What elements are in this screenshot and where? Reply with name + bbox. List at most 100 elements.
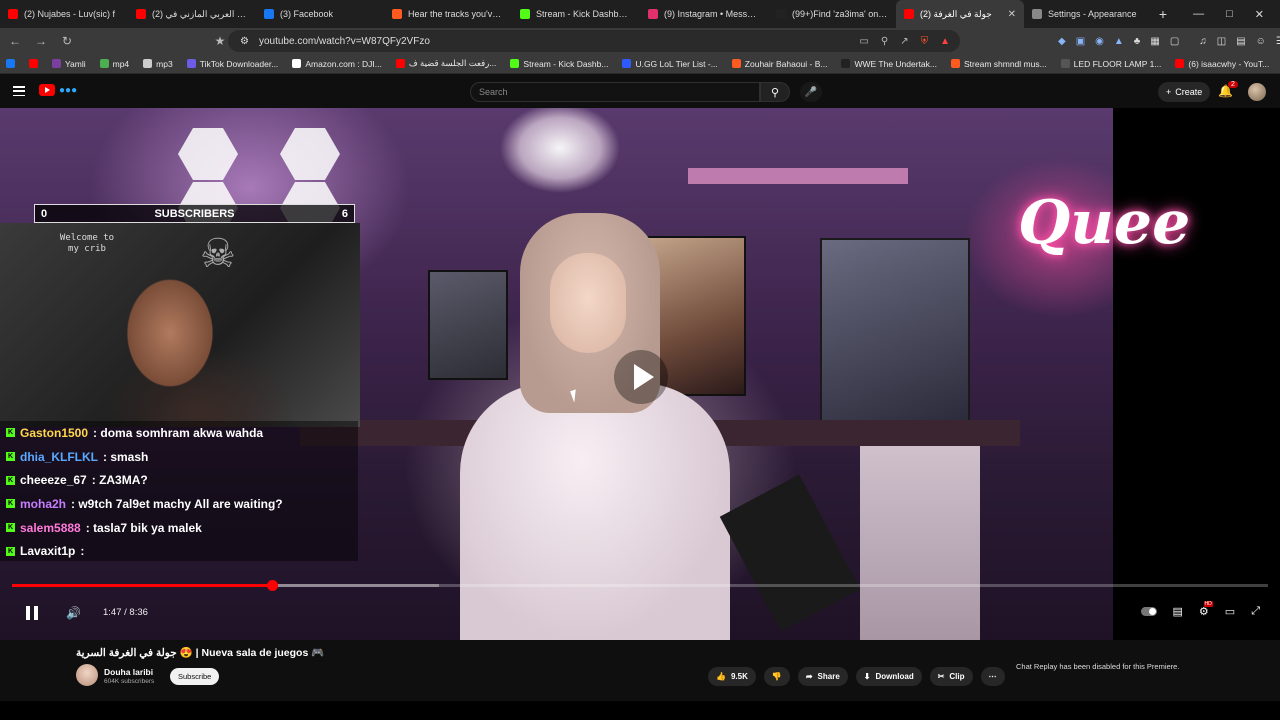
chat-text: : ZA3MA? — [91, 473, 148, 488]
browser-tab[interactable]: جولة في الغرفة (2) ✕ — [896, 0, 1024, 28]
chat-text: : smash — [103, 449, 149, 464]
bookmark-label: Stream - Kick Dashb... — [523, 58, 609, 69]
minimize-icon[interactable]: — — [1193, 8, 1204, 21]
bookmark-item[interactable]: Stream shmndl mus... — [951, 59, 1047, 69]
account-avatar[interactable] — [1248, 83, 1266, 101]
share-page-icon[interactable]: ↗ — [900, 36, 908, 47]
extension-icon[interactable]: ▦ — [1150, 36, 1159, 47]
bookmark-favicon-icon — [99, 59, 109, 68]
volume-icon[interactable]: 🔊 — [66, 606, 81, 620]
hamburger-menu-icon[interactable] — [13, 86, 25, 96]
search-input[interactable]: Search — [470, 82, 760, 102]
window-controls: — □ ✕ — [1193, 8, 1280, 21]
bookmark-favicon-icon — [510, 59, 520, 68]
pause-icon[interactable] — [26, 606, 38, 620]
like-button[interactable]: 👍 9.5K — [708, 667, 756, 686]
extension-icon[interactable]: ◉ — [1095, 36, 1104, 47]
browser-tab[interactable]: (9) Instagram • Messages — [640, 0, 768, 28]
extension-icon[interactable]: ▢ — [1170, 36, 1179, 47]
bookmark-label: TikTok Downloader... — [199, 58, 279, 69]
subscribe-button[interactable]: Subscribe — [170, 668, 220, 685]
site-info-icon[interactable]: ⚙ — [240, 36, 249, 47]
media-icon[interactable]: ♫ — [1199, 36, 1207, 47]
progress-bar[interactable] — [12, 580, 1268, 591]
clip-button[interactable]: ✂ Clip — [929, 667, 973, 686]
extension-icon[interactable]: ▲ — [1114, 36, 1124, 47]
brave-rewards-icon[interactable]: ▲ — [940, 36, 950, 47]
browser-tab[interactable]: (99+)Find 'za3ima' on TikT — [768, 0, 896, 28]
browser-tab[interactable]: محمد العربي المازني في (2) — [128, 0, 256, 28]
bookmark-item[interactable]: (6) isaacwhy - YouT... — [1175, 59, 1269, 69]
dislike-button[interactable]: 👎 — [763, 667, 790, 686]
progress-scrubber[interactable] — [266, 580, 278, 591]
bookmark-item[interactable] — [29, 59, 38, 68]
youtube-logo[interactable]: ●●● — [39, 84, 77, 96]
share-button[interactable]: ➦ Share — [797, 667, 848, 686]
fullscreen-icon[interactable]: ⤢ — [1251, 605, 1260, 618]
chat-message: Kcheeeze_67: ZA3MA? — [0, 468, 358, 492]
maximize-icon[interactable]: □ — [1226, 8, 1233, 21]
subtitles-icon[interactable]: ▤ — [1173, 605, 1183, 618]
menu-icon[interactable]: ☰ — [1276, 36, 1280, 47]
autoplay-toggle[interactable] — [1140, 607, 1157, 616]
extension-icon[interactable]: ▣ — [1076, 36, 1085, 47]
profile-icon[interactable]: ☺ — [1256, 36, 1266, 47]
bookmark-item[interactable]: رفعت الجلسة قضية ف... — [395, 58, 496, 69]
bookmark-favicon-icon — [622, 59, 632, 68]
voice-search-button[interactable]: 🎤 — [800, 82, 822, 102]
puzzle-icon[interactable]: ♣ — [1134, 36, 1141, 47]
bookmark-item[interactable]: TikTok Downloader... — [186, 58, 279, 69]
kick-badge-icon: K — [6, 546, 15, 556]
bookmark-item[interactable] — [6, 59, 15, 68]
time-display: 1:47 / 8:36 — [103, 607, 148, 618]
bookmark-label: Zouhair Bahaoui - B... — [744, 58, 828, 69]
play-overlay-button[interactable] — [614, 350, 668, 404]
search-button[interactable]: ⚲ — [760, 82, 790, 102]
bookmark-item[interactable]: Stream - Kick Dashb... — [510, 59, 608, 69]
bookmark-item[interactable]: LED FLOOR LAMP 1... — [1060, 59, 1161, 69]
brave-shield-icon[interactable]: ⛨ — [921, 36, 929, 47]
forward-icon[interactable]: → — [34, 34, 48, 48]
download-label: Download — [875, 672, 914, 681]
bookmark-item[interactable]: mp3 — [143, 59, 173, 69]
chat-username: dhia_KLFLKL — [20, 449, 98, 464]
theater-mode-icon[interactable]: ▭ — [1225, 605, 1235, 618]
cast-icon[interactable]: ▭ — [859, 36, 868, 47]
chat-text: : — [80, 544, 85, 559]
tab-favicon-icon — [392, 9, 402, 19]
browser-tab[interactable]: (2) Nujabes - Luv(sic) f — [0, 0, 128, 28]
more-actions-button[interactable]: ⋯ — [980, 667, 1005, 686]
subscriber-goal-bar: 0 SUBSCRIBERS 6 — [34, 204, 355, 223]
reload-icon[interactable]: ↻ — [60, 34, 74, 48]
video-player[interactable]: Quee Welcome to my crib ☠ 0 SUBSCRIBERS … — [0, 108, 1280, 640]
browser-tab[interactable]: Stream - Kick Dashboard — [512, 0, 640, 28]
tab-favicon-icon — [264, 9, 274, 19]
sidebar-icon[interactable]: ◫ — [1217, 36, 1226, 47]
bookmark-favicon-icon — [292, 59, 302, 68]
channel-avatar[interactable] — [76, 664, 98, 686]
bookmark-item[interactable]: Yamli — [52, 59, 86, 69]
address-bar[interactable]: ⚙ youtube.com/watch?v=W87QFy2VFzo ▭ ⚲ ↗ … — [228, 30, 960, 52]
tab-close-icon[interactable]: ✕ — [1008, 9, 1016, 20]
bookmark-item[interactable]: Zouhair Bahaoui - B... — [731, 58, 828, 69]
channel-name[interactable]: Douha laribi — [104, 667, 153, 677]
bookmark-favicon-icon — [841, 59, 851, 68]
bookmark-item[interactable]: mp4 — [99, 59, 129, 69]
close-window-icon[interactable]: ✕ — [1255, 8, 1264, 21]
browser-tab[interactable]: (3) Facebook — [256, 0, 384, 28]
bookmark-item[interactable]: WWE The Undertak... — [841, 59, 937, 69]
new-tab-icon[interactable]: + — [1152, 6, 1174, 22]
bookmark-icon[interactable]: ★ — [213, 34, 227, 48]
browser-tab[interactable]: Settings - Appearance — [1024, 0, 1152, 28]
download-button[interactable]: ⬇ Download — [855, 667, 922, 686]
settings-gear-icon[interactable]: ⚙ HD — [1199, 601, 1213, 618]
back-icon[interactable]: ← — [8, 34, 22, 48]
extension-icon[interactable]: ◆ — [1058, 36, 1066, 47]
browser-tab[interactable]: Hear the tracks you've lik — [384, 0, 512, 28]
bookmark-item[interactable]: U.GG LoL Tier List -... — [622, 59, 718, 69]
bookmark-item[interactable]: Amazon.com : DJI... — [292, 59, 382, 69]
skull-flag-icon: ☠ — [200, 232, 236, 276]
zoom-icon[interactable]: ⚲ — [881, 36, 888, 47]
wallet-icon[interactable]: ▤ — [1236, 36, 1245, 47]
create-button[interactable]: + Create — [1158, 82, 1211, 102]
